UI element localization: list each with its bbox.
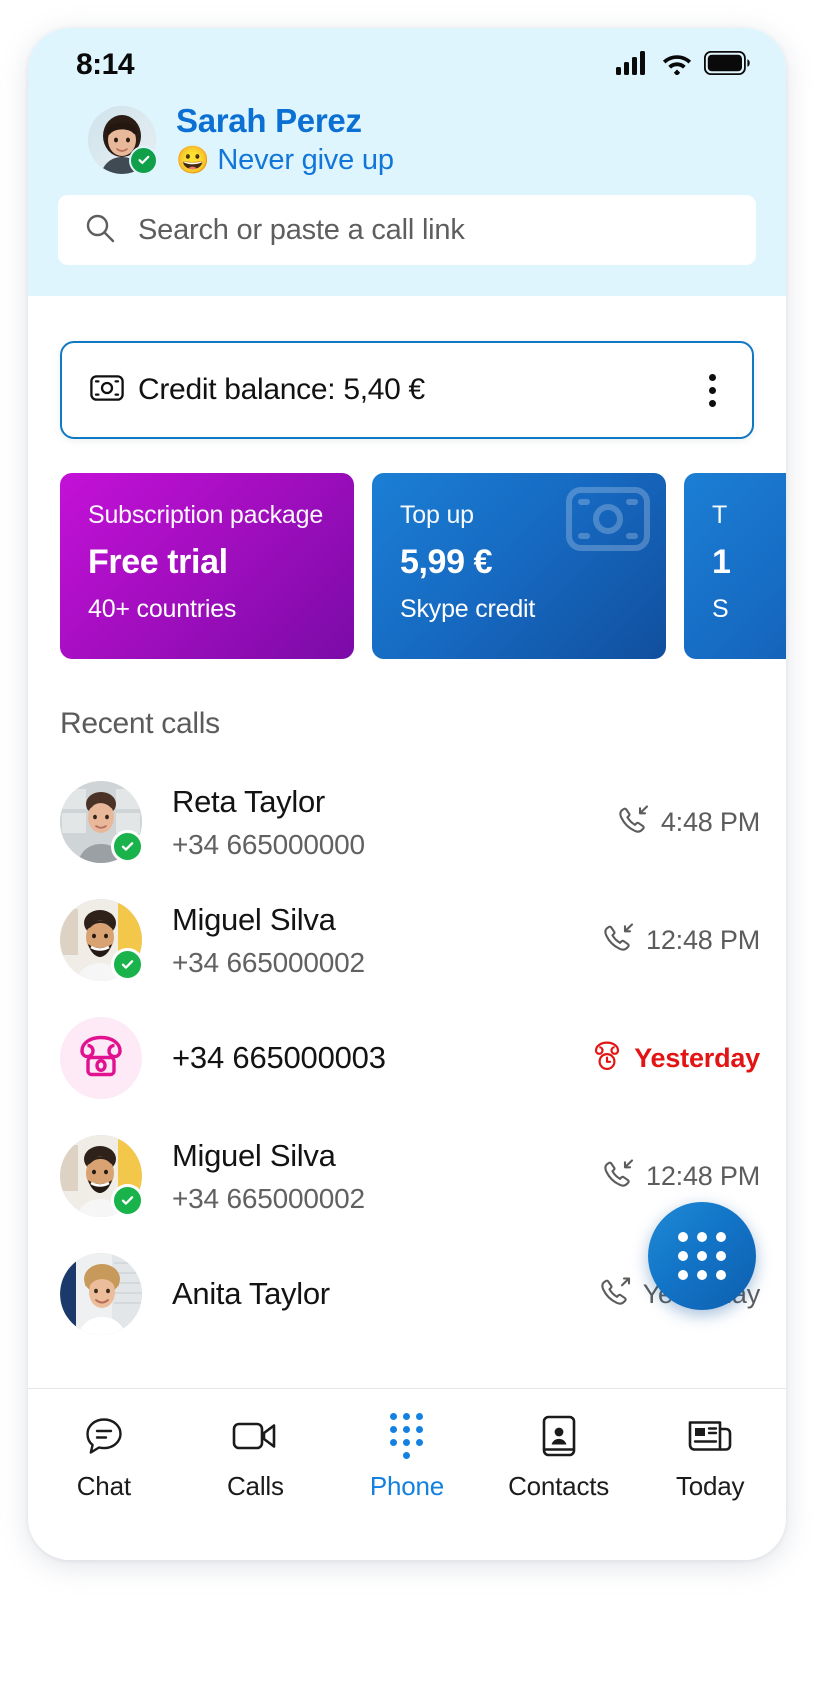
nav-item-phone[interactable]: Phone	[331, 1413, 483, 1502]
search-placeholder: Search or paste a call link	[138, 213, 465, 246]
profile-name: Sarah Perez	[176, 102, 362, 139]
app-header: 8:14 Sarah Perez 😀 Never give up Search …	[28, 28, 786, 296]
promo-kicker: Subscription package	[88, 501, 324, 529]
nav-label: Chat	[76, 1471, 131, 1501]
nav-label: Today	[675, 1471, 745, 1501]
call-phone-number: +34 665000003	[172, 1040, 386, 1075]
avatar	[60, 1135, 144, 1217]
nav-label: Calls	[226, 1471, 284, 1501]
status-bar-icons	[616, 50, 750, 80]
rotary-phone-icon	[77, 1034, 125, 1083]
promo-subtitle: S	[712, 595, 729, 623]
call-contact-name: Reta Taylor	[172, 783, 325, 819]
call-meta: 12:48 PM	[602, 1158, 760, 1194]
presence-badge-available	[129, 145, 158, 175]
main-content: Credit balance: 5,40 € Subscription pack…	[28, 341, 786, 1353]
call-phone-number: +34 665000000	[172, 828, 365, 860]
avatar	[60, 1017, 142, 1099]
credit-balance-label: Credit balance: 5,40 €	[138, 373, 425, 406]
table-row[interactable]: +34 665000003 Yesterday	[28, 999, 786, 1117]
promo-carousel[interactable]: Subscription package Free trial 40+ coun…	[28, 473, 786, 659]
phone-frame: 8:14 Sarah Perez 😀 Never give up Search …	[28, 28, 786, 1560]
call-info: +34 665000003	[172, 1040, 592, 1076]
presence-badge-available	[111, 830, 144, 863]
promo-subtitle: 40+ countries	[88, 595, 237, 623]
battery-icon	[703, 50, 750, 80]
nav-item-chat[interactable]: Chat	[28, 1413, 180, 1502]
avatar	[60, 899, 144, 981]
profile-row[interactable]: Sarah Perez 😀 Never give up	[28, 90, 786, 175]
call-incoming-icon	[602, 922, 634, 958]
call-phone-number: +34 665000002	[172, 946, 365, 978]
more-vertical-icon[interactable]	[697, 366, 728, 415]
call-contact-name: Anita Taylor	[172, 1276, 330, 1311]
promo-kicker: Top up	[400, 501, 474, 529]
video-camera-icon	[232, 1413, 278, 1459]
wifi-icon	[661, 51, 693, 80]
presence-badge-available	[111, 948, 144, 981]
presence-badge-available	[111, 1184, 144, 1217]
dialpad-icon	[390, 1413, 424, 1459]
search-icon	[84, 212, 116, 249]
table-row[interactable]: Reta Taylor +34 665000000 4:48 PM	[28, 763, 786, 881]
missed-call-icon	[592, 1040, 622, 1076]
cellular-signal-icon	[616, 50, 650, 80]
nav-label: Contacts	[508, 1471, 610, 1501]
recent-calls-title: Recent calls	[60, 707, 220, 740]
anita-taylor-avatar	[60, 1253, 142, 1335]
screenshot-root: 8:14 Sarah Perez 😀 Never give up Search …	[0, 0, 814, 1688]
call-info: Reta Taylor +34 665000000	[172, 784, 617, 861]
table-row[interactable]: Miguel Silva +34 665000002 12:48 PM	[28, 881, 786, 999]
promo-card-subscription[interactable]: Subscription package Free trial 40+ coun…	[60, 473, 354, 659]
avatar[interactable]	[88, 105, 158, 175]
call-meta: Yesterday	[592, 1040, 760, 1076]
search-input[interactable]: Search or paste a call link	[58, 195, 756, 265]
promo-card-topup[interactable]: Top up 5,99 € Skype credit	[372, 473, 666, 659]
avatar	[60, 1253, 142, 1335]
avatar	[60, 781, 144, 863]
news-feed-icon	[688, 1413, 732, 1459]
credit-balance-left: Credit balance: 5,40 €	[90, 373, 425, 407]
call-incoming-icon	[617, 804, 649, 840]
nav-item-calls[interactable]: Calls	[180, 1413, 332, 1502]
call-contact-name: Miguel Silva	[172, 1137, 336, 1173]
call-info: Miguel Silva +34 665000002	[172, 902, 602, 979]
status-bar-time: 8:14	[76, 48, 135, 81]
status-bar: 8:14	[28, 28, 786, 90]
mood-emoji: 😀	[176, 145, 210, 175]
dialpad-fab[interactable]	[648, 1202, 756, 1310]
missed-call-avatar	[60, 1017, 142, 1099]
profile-texts: Sarah Perez 😀 Never give up	[176, 104, 394, 175]
promo-subtitle: Skype credit	[400, 595, 536, 623]
call-info: Miguel Silva +34 665000002	[172, 1138, 602, 1215]
call-timestamp: 4:48 PM	[660, 806, 760, 837]
call-meta: 4:48 PM	[617, 804, 760, 840]
promo-card-next[interactable]: T 1 S	[684, 473, 786, 659]
credit-balance-card[interactable]: Credit balance: 5,40 €	[60, 341, 754, 439]
call-phone-number: +34 665000002	[172, 1182, 365, 1214]
call-meta: 12:48 PM	[602, 922, 760, 958]
call-contact-name: Miguel Silva	[172, 901, 336, 937]
promo-kicker: T	[712, 501, 728, 529]
contact-card-icon	[542, 1413, 576, 1459]
call-incoming-icon	[602, 1158, 634, 1194]
nav-item-today[interactable]: Today	[634, 1413, 786, 1502]
dialpad-icon	[678, 1232, 726, 1280]
promo-title: Free trial	[88, 543, 228, 581]
mood-text: Never give up	[217, 144, 394, 176]
nav-label: Phone	[369, 1471, 445, 1501]
call-outgoing-icon	[599, 1276, 631, 1312]
nav-item-contacts[interactable]: Contacts	[483, 1413, 635, 1502]
profile-mood[interactable]: 😀 Never give up	[176, 146, 394, 175]
call-timestamp: Yesterday	[634, 1042, 760, 1073]
call-timestamp: 12:48 PM	[646, 924, 760, 955]
call-timestamp: 12:48 PM	[646, 1160, 760, 1191]
bottom-navigation: Chat Calls Phone Contacts Today	[28, 1388, 786, 1560]
call-info: Anita Taylor	[172, 1276, 599, 1312]
chat-bubble-icon	[83, 1413, 125, 1459]
promo-title: 1	[712, 543, 731, 581]
banknote-icon	[90, 374, 124, 406]
